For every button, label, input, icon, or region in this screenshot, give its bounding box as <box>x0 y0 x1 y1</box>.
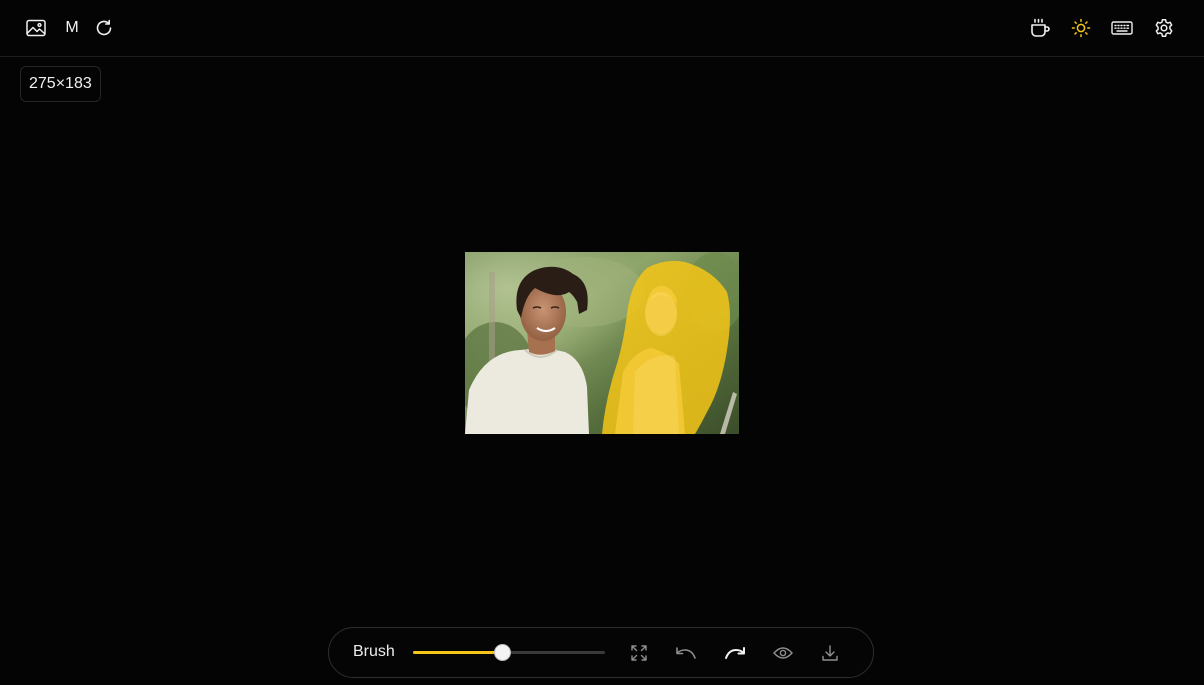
fit-screen-icon <box>631 645 647 661</box>
theme-toggle-button[interactable] <box>1067 14 1095 42</box>
refresh-icon <box>96 19 112 36</box>
brush-size-slider[interactable] <box>413 643 605 663</box>
shortcuts-button[interactable] <box>1108 14 1136 42</box>
image-icon <box>26 19 46 37</box>
download-button[interactable] <box>817 640 843 666</box>
settings-button[interactable] <box>1150 14 1178 42</box>
undo-button[interactable] <box>673 640 699 666</box>
coffee-button[interactable] <box>1026 14 1054 42</box>
slider-fill <box>413 651 503 654</box>
fit-screen-button[interactable] <box>626 640 652 666</box>
eye-icon <box>773 647 793 659</box>
upload-image-button[interactable] <box>22 14 50 42</box>
edited-photo <box>465 252 739 434</box>
undo-icon <box>676 647 696 659</box>
mask-mode-letter: M <box>65 19 79 36</box>
coffee-icon <box>1031 18 1050 37</box>
top-bar: M <box>0 0 1204 57</box>
keyboard-icon <box>1111 21 1133 35</box>
download-icon <box>822 645 838 661</box>
image-size-label: 275×183 <box>29 75 92 92</box>
brush-label: Brush <box>353 643 395 660</box>
image-canvas[interactable] <box>465 252 739 434</box>
toggle-original-button[interactable] <box>770 640 796 666</box>
slider-thumb[interactable] <box>494 644 511 661</box>
refresh-button[interactable] <box>90 14 118 42</box>
redo-button[interactable] <box>722 640 748 666</box>
sun-icon <box>1071 18 1091 38</box>
redo-icon <box>725 647 745 659</box>
settings-icon <box>1155 19 1173 37</box>
image-size-badge: 275×183 <box>20 66 101 102</box>
bottom-toolbar: Brush <box>328 627 874 678</box>
mask-mode-button[interactable]: M <box>58 14 86 42</box>
